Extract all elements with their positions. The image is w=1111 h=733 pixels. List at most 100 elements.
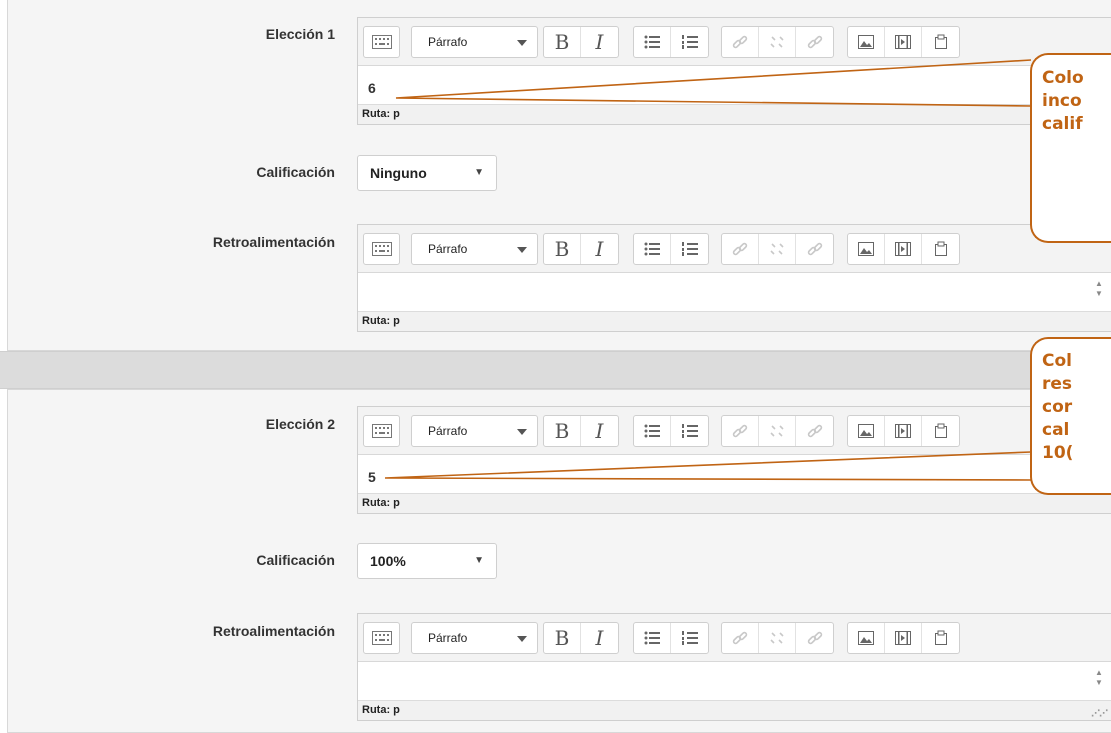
- anchor-button[interactable]: [796, 27, 833, 57]
- choice-2-feedback-text[interactable]: ▲ ▼: [358, 662, 1111, 700]
- paste-button[interactable]: [922, 623, 959, 653]
- scroll-arrows[interactable]: ▲ ▼: [1095, 279, 1103, 299]
- choice-2-grade-select[interactable]: 100% ▼: [357, 543, 497, 579]
- scroll-down-icon[interactable]: ▼: [1095, 678, 1103, 687]
- chevron-down-icon: [517, 636, 527, 642]
- toolbar-toggle-button[interactable]: [363, 622, 400, 654]
- link-icon: [732, 35, 748, 49]
- list-group: [633, 622, 709, 654]
- numbered-list-button[interactable]: [671, 416, 708, 446]
- toolbar-toggle-button[interactable]: [363, 233, 400, 265]
- unlink-button[interactable]: [759, 416, 796, 446]
- choice-1-feedback-label: Retroalimentación: [212, 234, 335, 250]
- paste-button[interactable]: [922, 234, 959, 264]
- unlink-button[interactable]: [759, 27, 796, 57]
- choice-1-answer-editor[interactable]: Párrafo B I 6 Ruta: p: [357, 17, 1111, 125]
- toolbar-toggle-icon: [371, 424, 392, 438]
- image-button[interactable]: [848, 623, 885, 653]
- choice-2-grade-label: Calificación: [256, 552, 335, 568]
- toolbar-toggle-icon: [371, 631, 392, 645]
- bulleted-list-button[interactable]: [634, 27, 671, 57]
- anchor-icon: [807, 424, 822, 438]
- choice-1-feedback-editor[interactable]: Párrafo B I ▲ ▼ Ruta: p: [357, 224, 1111, 332]
- media-group: [847, 26, 960, 58]
- toolbar-toggle-button[interactable]: [363, 26, 400, 58]
- link-button[interactable]: [722, 27, 759, 57]
- paragraph-format-value: Párrafo: [428, 35, 468, 49]
- image-button[interactable]: [848, 416, 885, 446]
- image-button[interactable]: [848, 27, 885, 57]
- numbered-list-icon: [681, 631, 698, 645]
- media-group: [847, 415, 960, 447]
- link-group: [721, 415, 834, 447]
- choice-1-answer-text[interactable]: 6: [358, 66, 1111, 104]
- anchor-button[interactable]: [796, 623, 833, 653]
- numbered-list-button[interactable]: [671, 623, 708, 653]
- media-button[interactable]: [885, 416, 922, 446]
- bold-button[interactable]: B: [544, 234, 581, 264]
- anchor-icon: [807, 631, 822, 645]
- paragraph-format-select[interactable]: Párrafo: [411, 622, 538, 654]
- paragraph-format-select[interactable]: Párrafo: [411, 233, 538, 265]
- choice-1-feedback-path: Ruta: p: [358, 311, 1111, 331]
- anchor-button[interactable]: [796, 234, 833, 264]
- paragraph-format-value: Párrafo: [428, 424, 468, 438]
- image-icon: [858, 631, 874, 645]
- anchor-icon: [807, 35, 822, 49]
- bulleted-list-button[interactable]: [634, 623, 671, 653]
- choice-1-feedback-text[interactable]: ▲ ▼: [358, 273, 1111, 311]
- media-button[interactable]: [885, 234, 922, 264]
- unlink-button[interactable]: [759, 234, 796, 264]
- bold-button[interactable]: B: [544, 623, 581, 653]
- media-button[interactable]: [885, 27, 922, 57]
- resize-grip-icon[interactable]: ⋰⋰: [1091, 709, 1108, 718]
- choice-2-label: Elección 2: [265, 416, 335, 432]
- link-button[interactable]: [722, 234, 759, 264]
- annotation-callout-1: Colo inco calif: [1030, 53, 1111, 243]
- bold-button[interactable]: B: [544, 416, 581, 446]
- link-button[interactable]: [722, 416, 759, 446]
- scroll-arrows[interactable]: ▲ ▼: [1095, 668, 1103, 688]
- choice-1-grade-select[interactable]: Ninguno ▼: [357, 155, 497, 191]
- image-button[interactable]: [848, 234, 885, 264]
- numbered-list-button[interactable]: [671, 234, 708, 264]
- bulleted-list-icon: [644, 242, 660, 256]
- scroll-down-icon[interactable]: ▼: [1095, 289, 1103, 298]
- text-style-group: B I: [543, 415, 619, 447]
- choice-1-label: Elección 1: [265, 26, 335, 42]
- paragraph-format-select[interactable]: Párrafo: [411, 415, 538, 447]
- scroll-up-icon[interactable]: ▲: [1095, 279, 1103, 288]
- media-icon: [895, 424, 911, 438]
- choice-2-answer-text[interactable]: 5: [358, 455, 1111, 493]
- italic-button[interactable]: I: [581, 234, 618, 264]
- text-style-group: B I: [543, 622, 619, 654]
- paste-button[interactable]: [922, 416, 959, 446]
- bulleted-list-icon: [644, 35, 660, 49]
- bold-button[interactable]: B: [544, 27, 581, 57]
- scroll-up-icon[interactable]: ▲: [1095, 668, 1103, 677]
- numbered-list-icon: [681, 35, 698, 49]
- bulleted-list-button[interactable]: [634, 416, 671, 446]
- italic-button[interactable]: I: [581, 27, 618, 57]
- editor-toolbar: Párrafo B I: [358, 614, 1111, 662]
- link-button[interactable]: [722, 623, 759, 653]
- choice-2-feedback-path: Ruta: p ⋰⋰: [358, 700, 1111, 720]
- anchor-icon: [807, 242, 822, 256]
- toolbar-toggle-button[interactable]: [363, 415, 400, 447]
- paste-button[interactable]: [922, 27, 959, 57]
- unlink-button[interactable]: [759, 623, 796, 653]
- list-group: [633, 233, 709, 265]
- paste-icon: [934, 34, 947, 49]
- link-group: [721, 622, 834, 654]
- italic-button[interactable]: I: [581, 623, 618, 653]
- media-button[interactable]: [885, 623, 922, 653]
- choice-1-grade-label: Calificación: [256, 164, 335, 180]
- italic-button[interactable]: I: [581, 416, 618, 446]
- numbered-list-button[interactable]: [671, 27, 708, 57]
- paragraph-format-select[interactable]: Párrafo: [411, 26, 538, 58]
- choice-2-feedback-editor[interactable]: Párrafo B I ▲ ▼ Ruta: p ⋰⋰: [357, 613, 1111, 721]
- bulleted-list-button[interactable]: [634, 234, 671, 264]
- anchor-button[interactable]: [796, 416, 833, 446]
- choice-1-grade-value: Ninguno: [370, 165, 427, 181]
- choice-2-answer-editor[interactable]: Párrafo B I 5 Ruta: p: [357, 406, 1111, 514]
